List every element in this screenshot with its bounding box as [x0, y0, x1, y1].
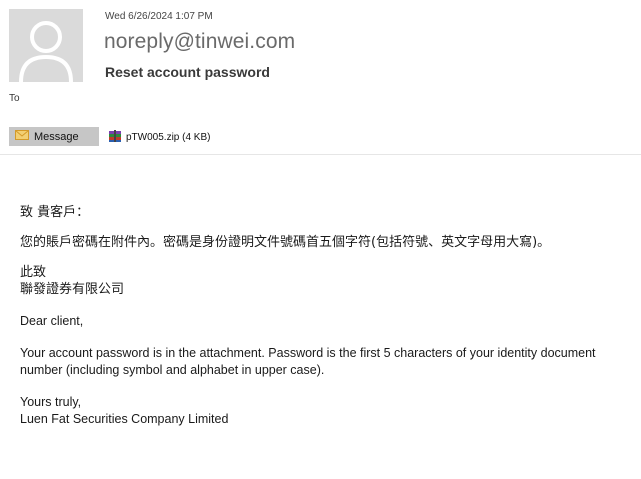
zip-archive-icon	[108, 129, 122, 146]
zh-closing-line-2: 聯發證券有限公司	[20, 282, 125, 297]
message-tab-label: Message	[34, 130, 79, 143]
email-body: 致 貴客戶： 您的賬戶密碼在附件內。密碼是身份證明文件號碼首五個字符(包括符號、…	[20, 204, 620, 428]
contact-avatar-icon	[9, 9, 83, 82]
zh-greeting: 致 貴客戶：	[20, 205, 90, 220]
to-label: To	[9, 93, 20, 104]
zh-paragraph: 您的賬戶密碼在附件內。密碼是身份證明文件號碼首五個字符(包括符號、英文字母用大寫…	[20, 235, 551, 250]
en-greeting: Dear client,	[20, 314, 84, 328]
envelope-icon	[15, 130, 29, 143]
email-subject: Reset account password	[105, 64, 270, 80]
sender-address[interactable]: noreply@tinwei.com	[104, 30, 295, 54]
en-paragraph: Your account password is in the attachme…	[20, 346, 596, 377]
en-closing-line-1: Yours truly,	[20, 395, 82, 409]
attachment-bar: Message pTW005.zip (4 KB)	[0, 121, 641, 155]
en-closing-line-2: Luen Fat Securities Company Limited	[20, 412, 229, 426]
attachment-file[interactable]: pTW005.zip (4 KB)	[108, 129, 210, 146]
attachment-file-label: pTW005.zip (4 KB)	[126, 132, 211, 143]
message-tab[interactable]: Message	[9, 127, 99, 146]
zh-closing-line-1: 此致	[20, 265, 47, 280]
sent-date: Wed 6/26/2024 1:07 PM	[105, 11, 213, 22]
